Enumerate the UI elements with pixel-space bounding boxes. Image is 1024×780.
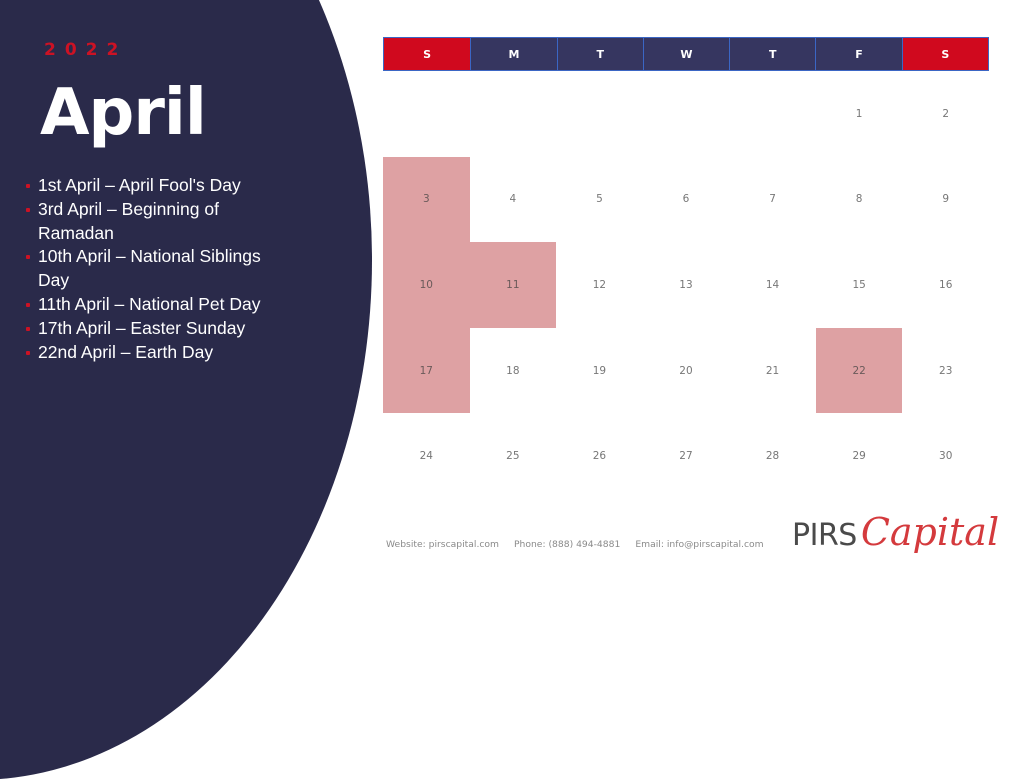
empty-cell: [556, 71, 643, 157]
empty-cell: [729, 71, 816, 157]
day-cell: 29: [852, 450, 866, 463]
day-cell: 27: [679, 450, 693, 463]
day-cell: 12: [592, 278, 607, 291]
day-cell: 4: [509, 193, 517, 206]
website-text: Website: pirscapital.com: [386, 539, 499, 550]
day-cell: 25: [506, 450, 520, 463]
event-item: 1st April – April Fool's Day: [26, 174, 296, 198]
day-cell: 30: [939, 450, 953, 463]
phone-text: Phone: (888) 494-4881: [513, 539, 621, 550]
day-cell: 2: [942, 107, 950, 120]
logo-text-pirs: PIRS: [792, 518, 857, 553]
event-item: 22nd April – Earth Day: [26, 341, 296, 365]
bullet-icon: [26, 207, 30, 212]
day-cell: 21: [765, 364, 780, 377]
events-list: 1st April – April Fool's Day 3rd April –…: [26, 174, 296, 364]
day-cell: 8: [855, 193, 863, 206]
day-cell-highlighted: 17: [383, 327, 470, 414]
empty-cell: [643, 71, 730, 157]
bullet-icon: [26, 302, 30, 307]
day-cell: 1: [855, 107, 863, 120]
weekday-tue: T: [556, 38, 643, 70]
day-cell-highlighted: 3: [383, 156, 470, 243]
day-cell: 18: [506, 364, 520, 377]
day-cell: 20: [679, 364, 693, 377]
day-cell-highlighted: 11: [469, 242, 557, 328]
event-item: 11th April – National Pet Day: [26, 293, 296, 317]
day-cell: 16: [939, 278, 953, 291]
year-label: 2022: [44, 40, 128, 60]
day-cell: 6: [682, 193, 690, 206]
weekday-mon: M: [470, 38, 557, 70]
day-cell: 19: [592, 364, 607, 377]
day-cell: 7: [769, 193, 776, 206]
brand-logo: PIRS Capital: [792, 510, 999, 554]
contact-footer: Website: pirscapital.com Phone: (888) 49…: [386, 539, 764, 550]
day-cell: 24: [419, 450, 433, 463]
empty-cell: [383, 71, 470, 157]
day-cell: 23: [939, 364, 953, 377]
day-cell-highlighted: 10: [383, 242, 470, 328]
event-item: 17th April – Easter Sunday: [26, 317, 296, 341]
empty-cell: [470, 71, 557, 157]
email-text: Email: info@pirscapital.com: [635, 539, 764, 550]
weekday-thu: T: [729, 38, 816, 70]
calendar: S M T W T F S 1 2 3 4 5 6 7 8 9 10 11 12 13 14 15 16 17 1…: [383, 37, 989, 499]
month-title: April: [40, 76, 207, 150]
weekday-sat: S: [901, 38, 988, 70]
day-cell: 26: [592, 450, 607, 463]
day-grid: 1 2 3 4 5 6 7 8 9 10 11 12 13 14 15 16 17 18 19 20 21 22 23 24 2…: [383, 71, 989, 499]
day-cell: 9: [942, 193, 950, 206]
day-cell: 5: [596, 193, 603, 206]
day-cell: 15: [852, 278, 866, 291]
weekday-header: S M T W T F S: [383, 37, 989, 71]
weekday-wed: W: [642, 38, 730, 70]
bullet-icon: [26, 350, 30, 355]
day-cell: 28: [765, 450, 780, 463]
bullet-icon: [26, 255, 30, 260]
weekday-sun: S: [384, 38, 471, 70]
event-item: 3rd April – Beginning of Ramadan: [26, 198, 296, 246]
day-cell-highlighted: 22: [815, 327, 903, 414]
weekday-fri: F: [815, 38, 902, 70]
day-cell: 14: [765, 278, 780, 291]
event-item: 10th April – National Siblings Day: [26, 245, 296, 293]
bullet-icon: [26, 184, 30, 188]
logo-text-capital: Capital: [860, 510, 1000, 554]
day-cell: 13: [679, 278, 693, 291]
bullet-icon: [26, 326, 30, 331]
